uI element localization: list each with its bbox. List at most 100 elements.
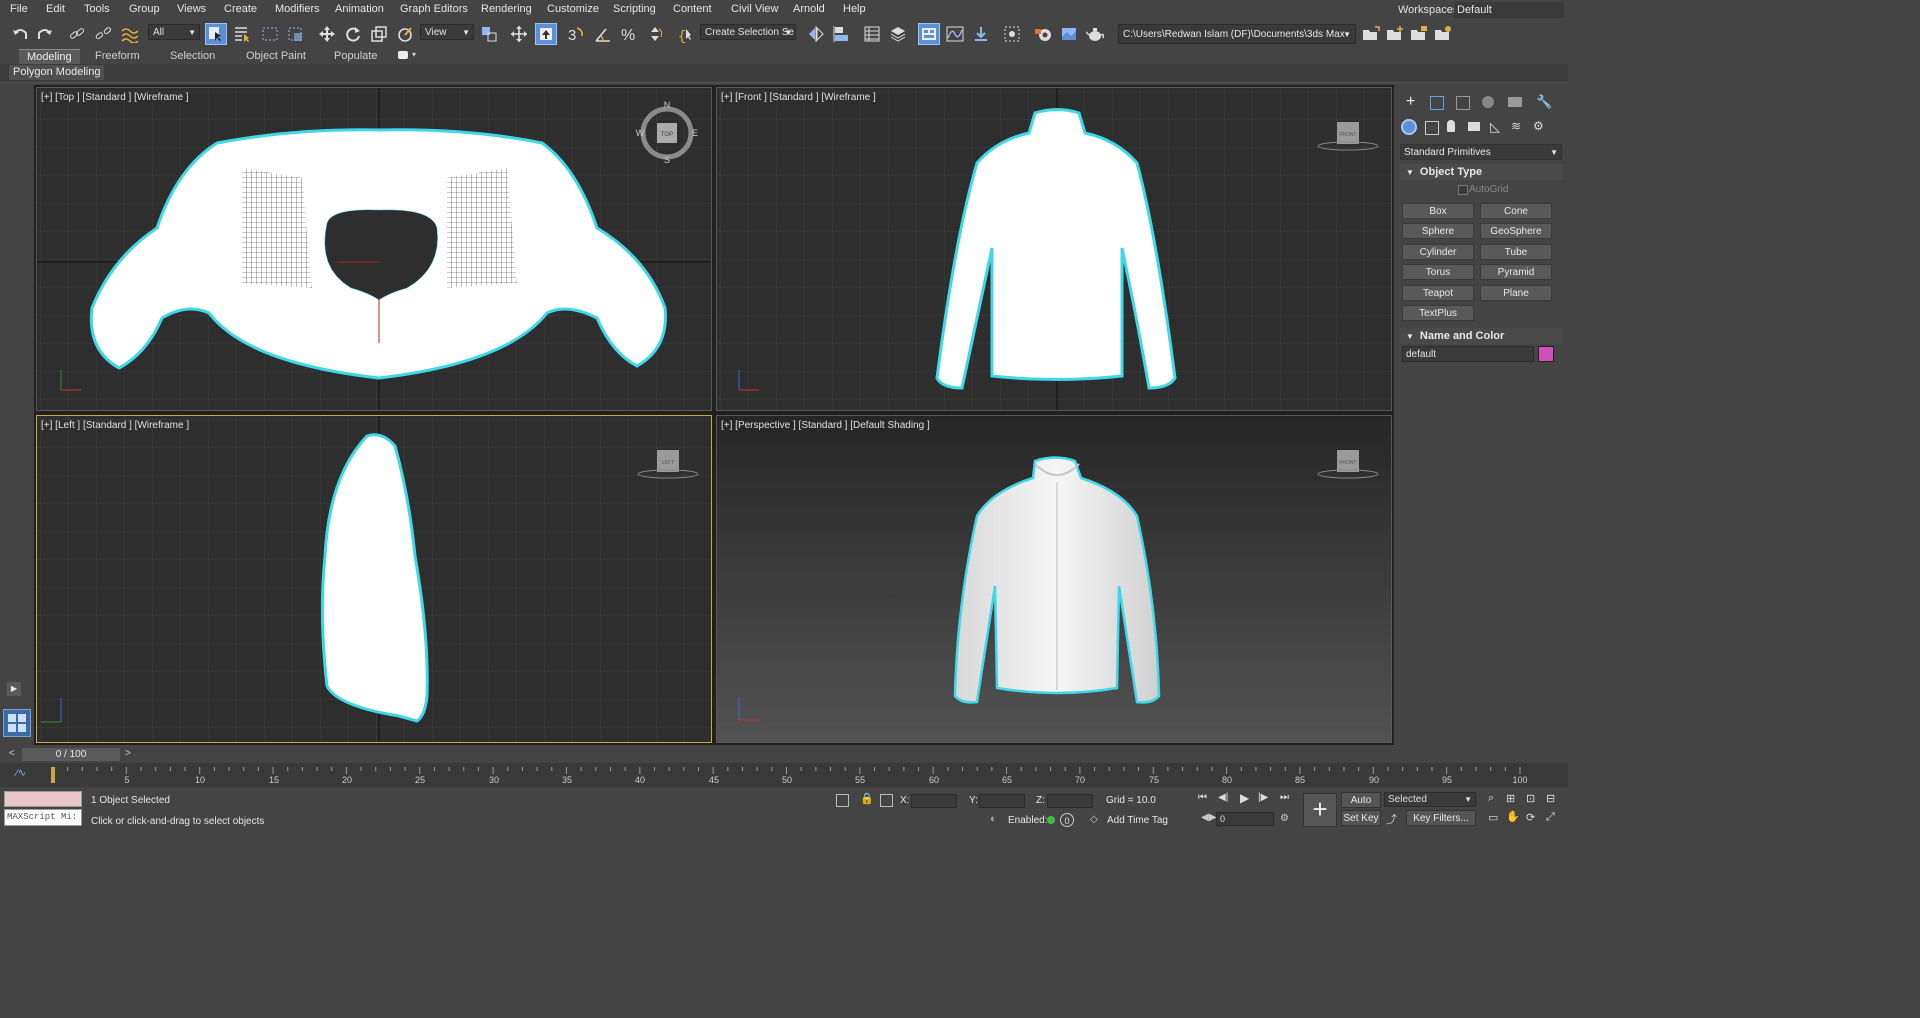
redo-button[interactable] bbox=[34, 23, 56, 45]
object-type-rollout[interactable]: ▼ Object Type bbox=[1400, 164, 1562, 180]
edit-named-selection-button[interactable]: { bbox=[674, 23, 696, 45]
key-mode-toggle-icon[interactable]: ◀▶ bbox=[1201, 812, 1216, 823]
selection-filter-select[interactable]: All ▼ bbox=[148, 24, 200, 40]
ribbon-options-chevron-icon[interactable]: ▾ bbox=[412, 50, 416, 59]
viewport-top[interactable]: [+] [Top ] [Standard ] [Wireframe ] TOP … bbox=[36, 87, 712, 411]
menu-rendering[interactable]: Rendering bbox=[481, 3, 532, 15]
maxscript-mini-listener[interactable]: MAXScript Mi: bbox=[4, 809, 82, 826]
box-button[interactable]: Box bbox=[1402, 203, 1474, 219]
scene-explorer-button[interactable] bbox=[861, 23, 883, 45]
geosphere-button[interactable]: GeoSphere bbox=[1480, 223, 1552, 239]
go-to-start-icon[interactable]: ⏮ bbox=[1198, 792, 1207, 803]
pan-hand-icon[interactable]: ✋ bbox=[1506, 810, 1520, 823]
zoom-icon[interactable]: ⌕ bbox=[1488, 792, 1494, 805]
project-settings-button[interactable] bbox=[1432, 23, 1454, 45]
menu-graph-editors[interactable]: Graph Editors bbox=[400, 3, 468, 15]
cone-button[interactable]: Cone bbox=[1480, 203, 1552, 219]
menu-arnold[interactable]: Arnold bbox=[793, 3, 825, 15]
time-prev-icon[interactable]: < bbox=[9, 748, 15, 759]
undo-button[interactable] bbox=[9, 23, 31, 45]
rendered-frame-window-button[interactable] bbox=[1058, 23, 1080, 45]
menu-tools[interactable]: Tools bbox=[84, 3, 110, 15]
menu-edit[interactable]: Edit bbox=[46, 3, 65, 15]
geometry-icon[interactable] bbox=[1401, 119, 1417, 135]
viewport-layout-button[interactable] bbox=[3, 709, 31, 737]
teapot-button[interactable]: Teapot bbox=[1402, 285, 1474, 301]
named-selection-set-select[interactable]: Create Selection Se ▼ bbox=[700, 24, 796, 40]
menu-modifiers[interactable]: Modifiers bbox=[275, 3, 320, 15]
enabled-count-badge[interactable]: 0 bbox=[1060, 813, 1074, 827]
curve-editor-button[interactable] bbox=[944, 23, 966, 45]
schematic-view-button[interactable] bbox=[970, 23, 992, 45]
spinner-snap-button[interactable] bbox=[644, 23, 666, 45]
add-time-tag-button[interactable]: Add Time Tag bbox=[1107, 815, 1168, 826]
motion-tab-icon[interactable] bbox=[1482, 96, 1494, 108]
set-key-button[interactable]: Set Key bbox=[1341, 810, 1381, 826]
sphere-button[interactable]: Sphere bbox=[1402, 223, 1474, 239]
tube-button[interactable]: Tube bbox=[1480, 244, 1552, 260]
align-button[interactable] bbox=[831, 23, 853, 45]
project-folder-button[interactable] bbox=[1408, 23, 1430, 45]
pyramid-button[interactable]: Pyramid bbox=[1480, 264, 1552, 280]
utilities-tab-icon[interactable]: 🔧 bbox=[1536, 94, 1552, 110]
lights-icon[interactable] bbox=[1447, 120, 1455, 132]
play-icon[interactable]: ▶ bbox=[1240, 791, 1249, 805]
cameras-icon[interactable] bbox=[1468, 122, 1480, 131]
rect-selection-region-button[interactable] bbox=[259, 23, 281, 45]
jacket-perspective-view[interactable] bbox=[953, 456, 1161, 704]
maximize-viewport-icon[interactable]: ⤢ bbox=[1546, 811, 1555, 824]
select-by-name-button[interactable] bbox=[231, 23, 253, 45]
helpers-icon[interactable]: ◺ bbox=[1490, 119, 1500, 135]
object-color-swatch[interactable] bbox=[1538, 346, 1554, 362]
torus-button[interactable]: Torus bbox=[1402, 264, 1474, 280]
placement-button[interactable] bbox=[394, 23, 416, 45]
viewport-left-label[interactable]: [+] [Left ] [Standard ] [Wireframe ] bbox=[41, 420, 189, 431]
menu-animation[interactable]: Animation bbox=[335, 3, 384, 15]
viewport-front[interactable]: [+] [Front ] [Standard ] [Wireframe ] FR… bbox=[716, 87, 1392, 411]
expand-layout-tab-icon[interactable]: ▶ bbox=[7, 682, 21, 696]
menu-help[interactable]: Help bbox=[843, 3, 866, 15]
current-frame-marker[interactable] bbox=[51, 767, 55, 783]
auto-key-button[interactable]: Auto Key bbox=[1341, 792, 1381, 821]
x-coord-field[interactable] bbox=[911, 794, 957, 808]
default-in-out-icon[interactable]: ⤴ bbox=[1386, 811, 1397, 827]
snaps-toggle-button[interactable]: 3 bbox=[565, 23, 587, 45]
polygon-modeling-panel[interactable]: Polygon Modeling bbox=[9, 65, 105, 80]
project-new-button[interactable] bbox=[1384, 23, 1406, 45]
menu-content[interactable]: Content bbox=[673, 3, 712, 15]
tab-modeling[interactable]: Modeling bbox=[19, 49, 80, 65]
y-coord-field[interactable] bbox=[979, 794, 1025, 808]
link-button[interactable] bbox=[66, 23, 88, 45]
render-production-button[interactable] bbox=[1084, 23, 1106, 45]
object-name-field[interactable]: default bbox=[1402, 346, 1534, 362]
tab-populate[interactable]: Populate bbox=[326, 49, 385, 64]
orbit-icon[interactable]: ⟳ bbox=[1526, 811, 1535, 824]
modify-tab-icon[interactable] bbox=[1430, 96, 1444, 110]
maxscript-listener-pink[interactable] bbox=[4, 791, 82, 807]
project-open-button[interactable] bbox=[1360, 23, 1382, 45]
time-next-icon[interactable]: > bbox=[125, 748, 131, 759]
space-warps-icon[interactable]: ≋ bbox=[1511, 119, 1521, 133]
hierarchy-tab-icon[interactable] bbox=[1456, 96, 1470, 110]
manipulate-button[interactable] bbox=[508, 23, 530, 45]
menu-views[interactable]: Views bbox=[177, 3, 206, 15]
previous-frame-icon[interactable]: ◀| bbox=[1218, 792, 1228, 803]
viewport-top-label[interactable]: [+] [Top ] [Standard ] [Wireframe ] bbox=[41, 92, 189, 103]
mirror-button[interactable] bbox=[805, 23, 827, 45]
select-rotate-button[interactable] bbox=[342, 23, 364, 45]
render-setup-button[interactable] bbox=[1032, 23, 1054, 45]
tab-selection[interactable]: Selection bbox=[162, 49, 223, 64]
viewcube-perspective[interactable]: FRONT bbox=[1317, 450, 1379, 479]
create-tab-icon[interactable]: + bbox=[1406, 93, 1415, 111]
viewport-perspective-label[interactable]: [+] [Perspective ] [Standard ] [Default … bbox=[721, 420, 930, 431]
textplus-button[interactable]: TextPlus bbox=[1402, 305, 1474, 321]
plane-button[interactable]: Plane bbox=[1480, 285, 1552, 301]
name-color-rollout[interactable]: ▼ Name and Color bbox=[1400, 328, 1562, 344]
z-coord-field[interactable] bbox=[1047, 794, 1093, 808]
reference-coord-select[interactable]: View ▼ bbox=[420, 24, 474, 40]
autogrid-checkbox[interactable] bbox=[1458, 185, 1468, 195]
menu-group[interactable]: Group bbox=[129, 3, 160, 15]
pivot-center-button[interactable] bbox=[478, 23, 500, 45]
select-scale-button[interactable] bbox=[368, 23, 390, 45]
menu-customize[interactable]: Customize bbox=[547, 3, 599, 15]
